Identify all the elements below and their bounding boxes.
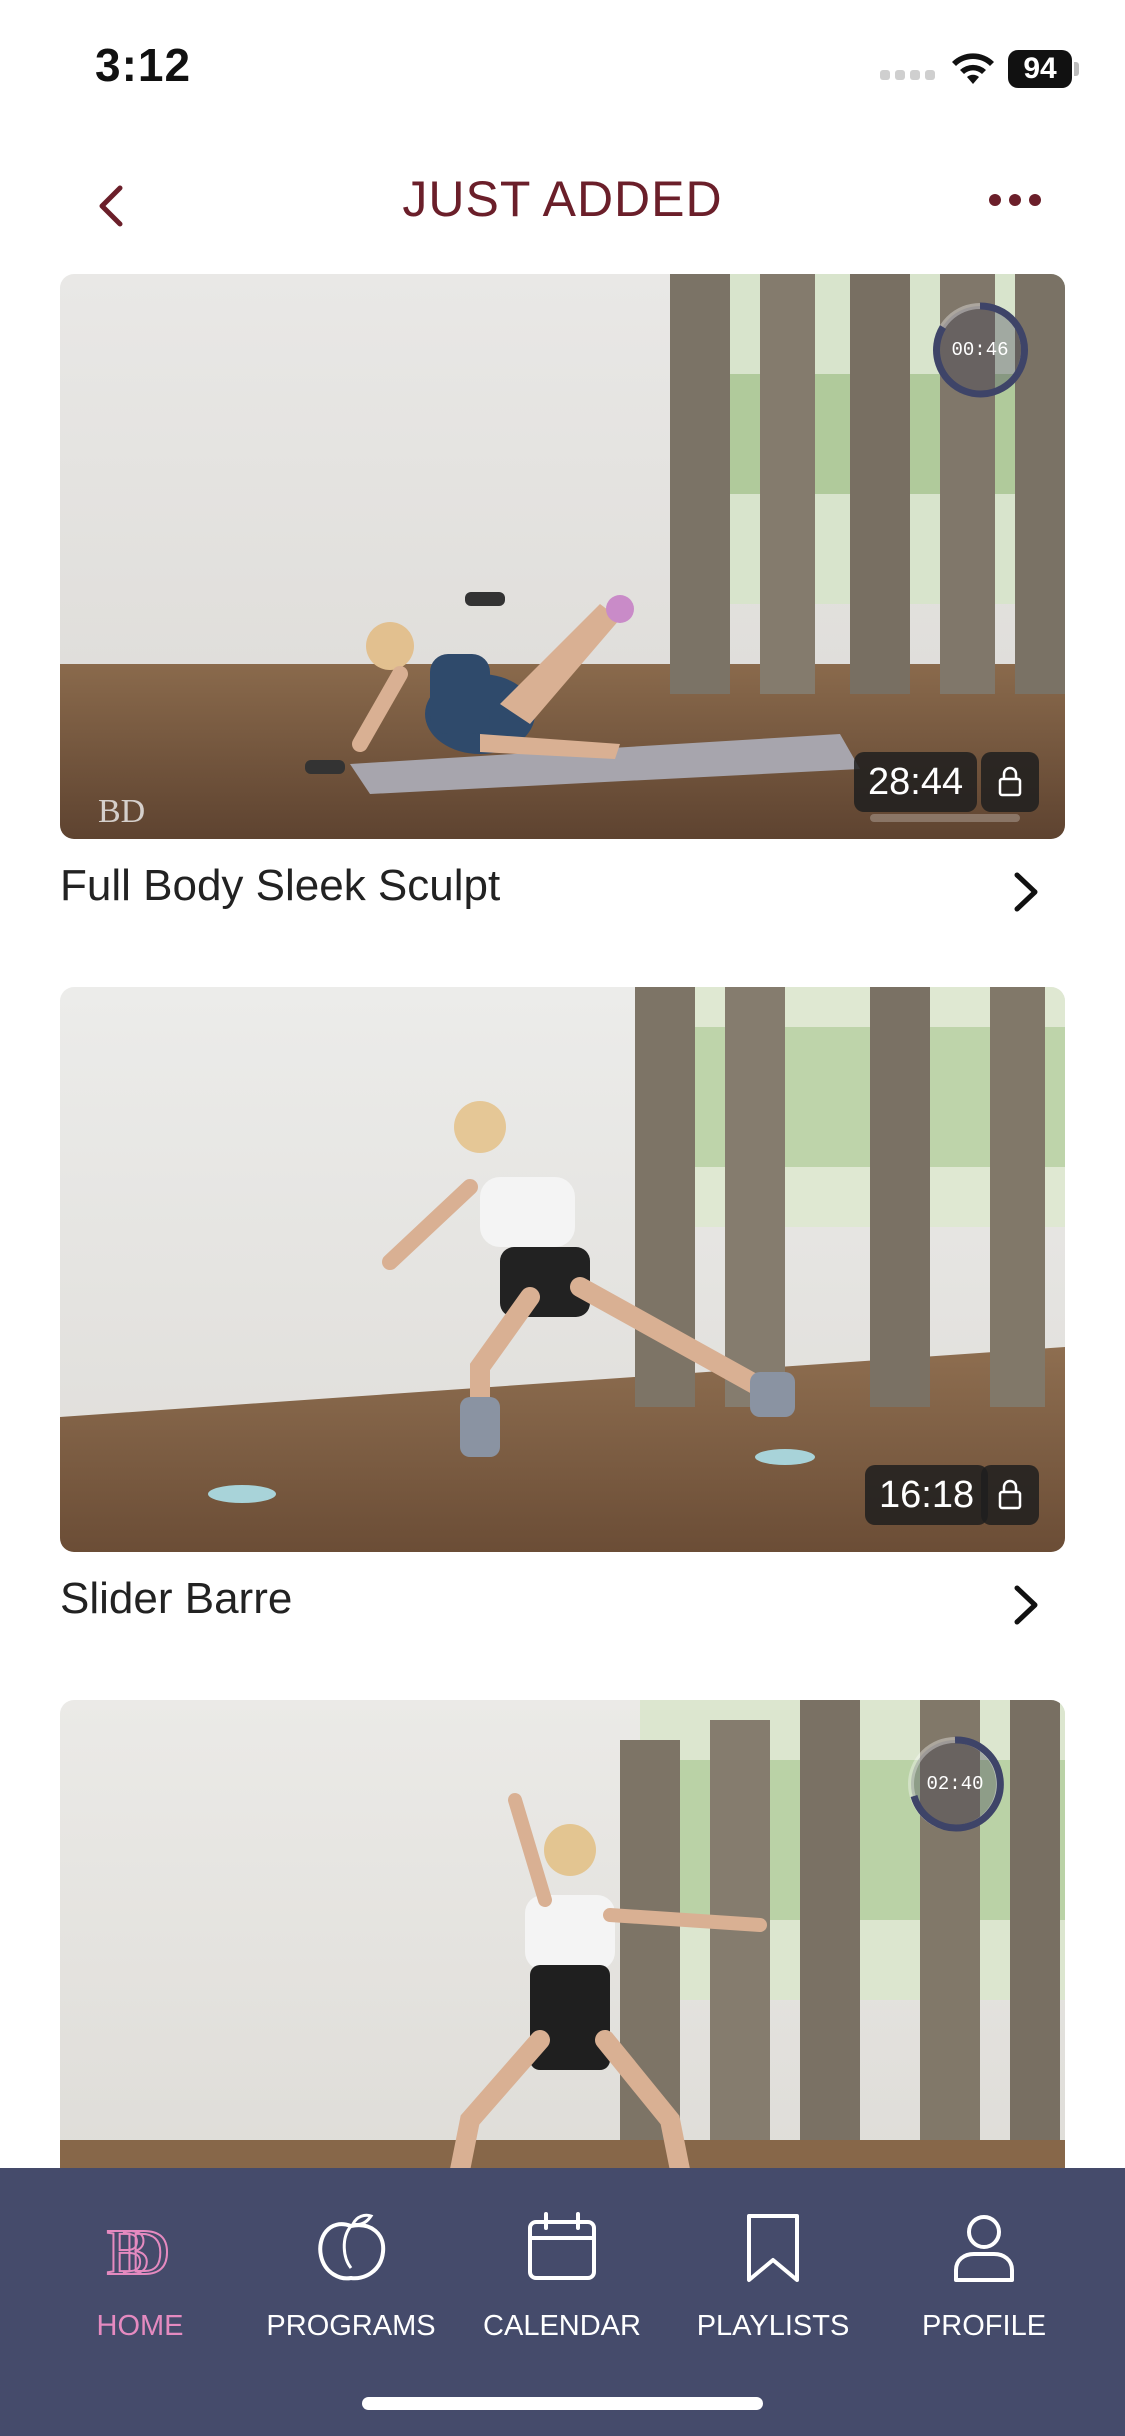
timer-ring: 00:46: [930, 300, 1030, 400]
video-title-row[interactable]: Full Body Sleek Sculpt: [60, 839, 1065, 934]
duration-badge: 28:44: [854, 752, 978, 812]
tab-bar: B D HOME PROGRAMS CALENDAR PLAYLISTS PRO…: [0, 2168, 1125, 2436]
cellular-signal-icon: [880, 70, 936, 84]
tab-programs[interactable]: PROGRAMS: [251, 2208, 451, 2348]
video-title: Slider Barre: [60, 1574, 293, 1623]
lock-icon: [998, 766, 1022, 797]
tab-label: PLAYLISTS: [696, 2310, 850, 2342]
more-options-button[interactable]: [985, 175, 1045, 225]
lock-badge: [981, 752, 1039, 812]
status-time: 3:12: [95, 39, 192, 91]
person-icon: [954, 2215, 1014, 2282]
video-thumbnail[interactable]: BD 00:46 28:44: [60, 274, 1065, 839]
home-indicator: [362, 2397, 763, 2410]
bookmark-icon: [747, 2214, 799, 2282]
status-bar: 3:12 94: [0, 0, 1125, 140]
video-title: Full Body Sleek Sculpt: [60, 861, 501, 910]
battery-level: 94: [1008, 50, 1072, 88]
calendar-icon: [528, 2212, 596, 2280]
lock-badge: [981, 1465, 1039, 1525]
timer-ring: 02:40: [905, 1734, 1005, 1834]
tab-label: CALENDAR: [483, 2310, 641, 2342]
svg-text:D: D: [122, 2216, 170, 2288]
battery-cap: [1074, 62, 1079, 76]
video-title-row[interactable]: Slider Barre: [60, 1552, 1065, 1647]
nav-header: JUST ADDED: [0, 150, 1125, 250]
tab-calendar[interactable]: CALENDAR: [462, 2208, 662, 2348]
tab-label: PROGRAMS: [266, 2310, 436, 2342]
chevron-right-icon: [1014, 872, 1038, 912]
timer-text: 00:46: [951, 339, 1009, 361]
tab-profile[interactable]: PROFILE: [884, 2208, 1084, 2348]
tab-label: HOME: [96, 2310, 184, 2342]
video-thumbnail[interactable]: 16:18: [60, 987, 1065, 1552]
wifi-icon: [952, 53, 994, 84]
timer-text: 02:40: [926, 1773, 984, 1795]
page-title: JUST ADDED: [402, 171, 723, 227]
chevron-right-icon: [1014, 1585, 1038, 1625]
logo-bd-icon: B D: [105, 2215, 171, 2288]
ellipsis-icon: [989, 194, 1041, 206]
tab-home[interactable]: B D HOME: [40, 2208, 240, 2348]
tab-label: PROFILE: [921, 2310, 1047, 2342]
duration-badge: 16:18: [865, 1465, 989, 1525]
peach-icon: [318, 2213, 386, 2281]
tab-playlists[interactable]: PLAYLISTS: [673, 2208, 873, 2348]
lock-icon: [998, 1479, 1022, 1510]
svg-text:BD: BD: [98, 793, 145, 830]
